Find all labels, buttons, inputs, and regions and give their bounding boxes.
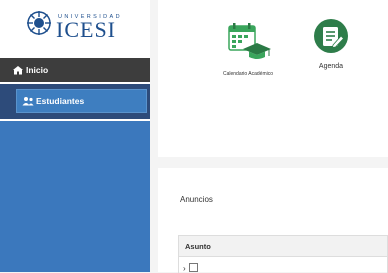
agenda-tile[interactable]: Agenda [304,18,358,70]
sidebar: UNIVERSIDAD ICESI Inicio Estudiantes [0,0,150,272]
logo-name-text: ICESI [56,17,116,42]
calendar-graduation-icon [228,23,271,59]
university-logo[interactable]: UNIVERSIDAD ICESI [0,0,150,56]
sidebar-item-label: Estudiantes [36,96,85,106]
calendar-tile[interactable]: Calendario Académico [220,22,276,77]
tile-label: Calendario Académico [222,71,274,77]
students-icon [22,97,34,106]
tile-label: Agenda [318,63,344,70]
table-header-asunto[interactable]: Asunto [178,235,388,257]
sidebar-item-label: Inicio [26,65,49,75]
sidebar-item-estudiantes[interactable]: Estudiantes [16,89,147,113]
sidebar-background [0,121,150,272]
column-header-label: Asunto [185,241,211,251]
home-icon [13,66,23,75]
sidebar-active-section: Estudiantes [0,84,150,119]
sidebar-item-inicio[interactable]: Inicio [0,58,150,82]
table-row[interactable]: › [178,257,388,273]
shortcuts-panel: Calendario Académico Agenda [158,0,388,157]
agenda-icon [314,19,348,53]
row-checkbox[interactable] [188,263,198,272]
icesi-seal-icon [27,11,51,35]
announcements-title: Anuncios [180,195,213,204]
announcements-panel: Anuncios Asunto › [158,168,388,273]
